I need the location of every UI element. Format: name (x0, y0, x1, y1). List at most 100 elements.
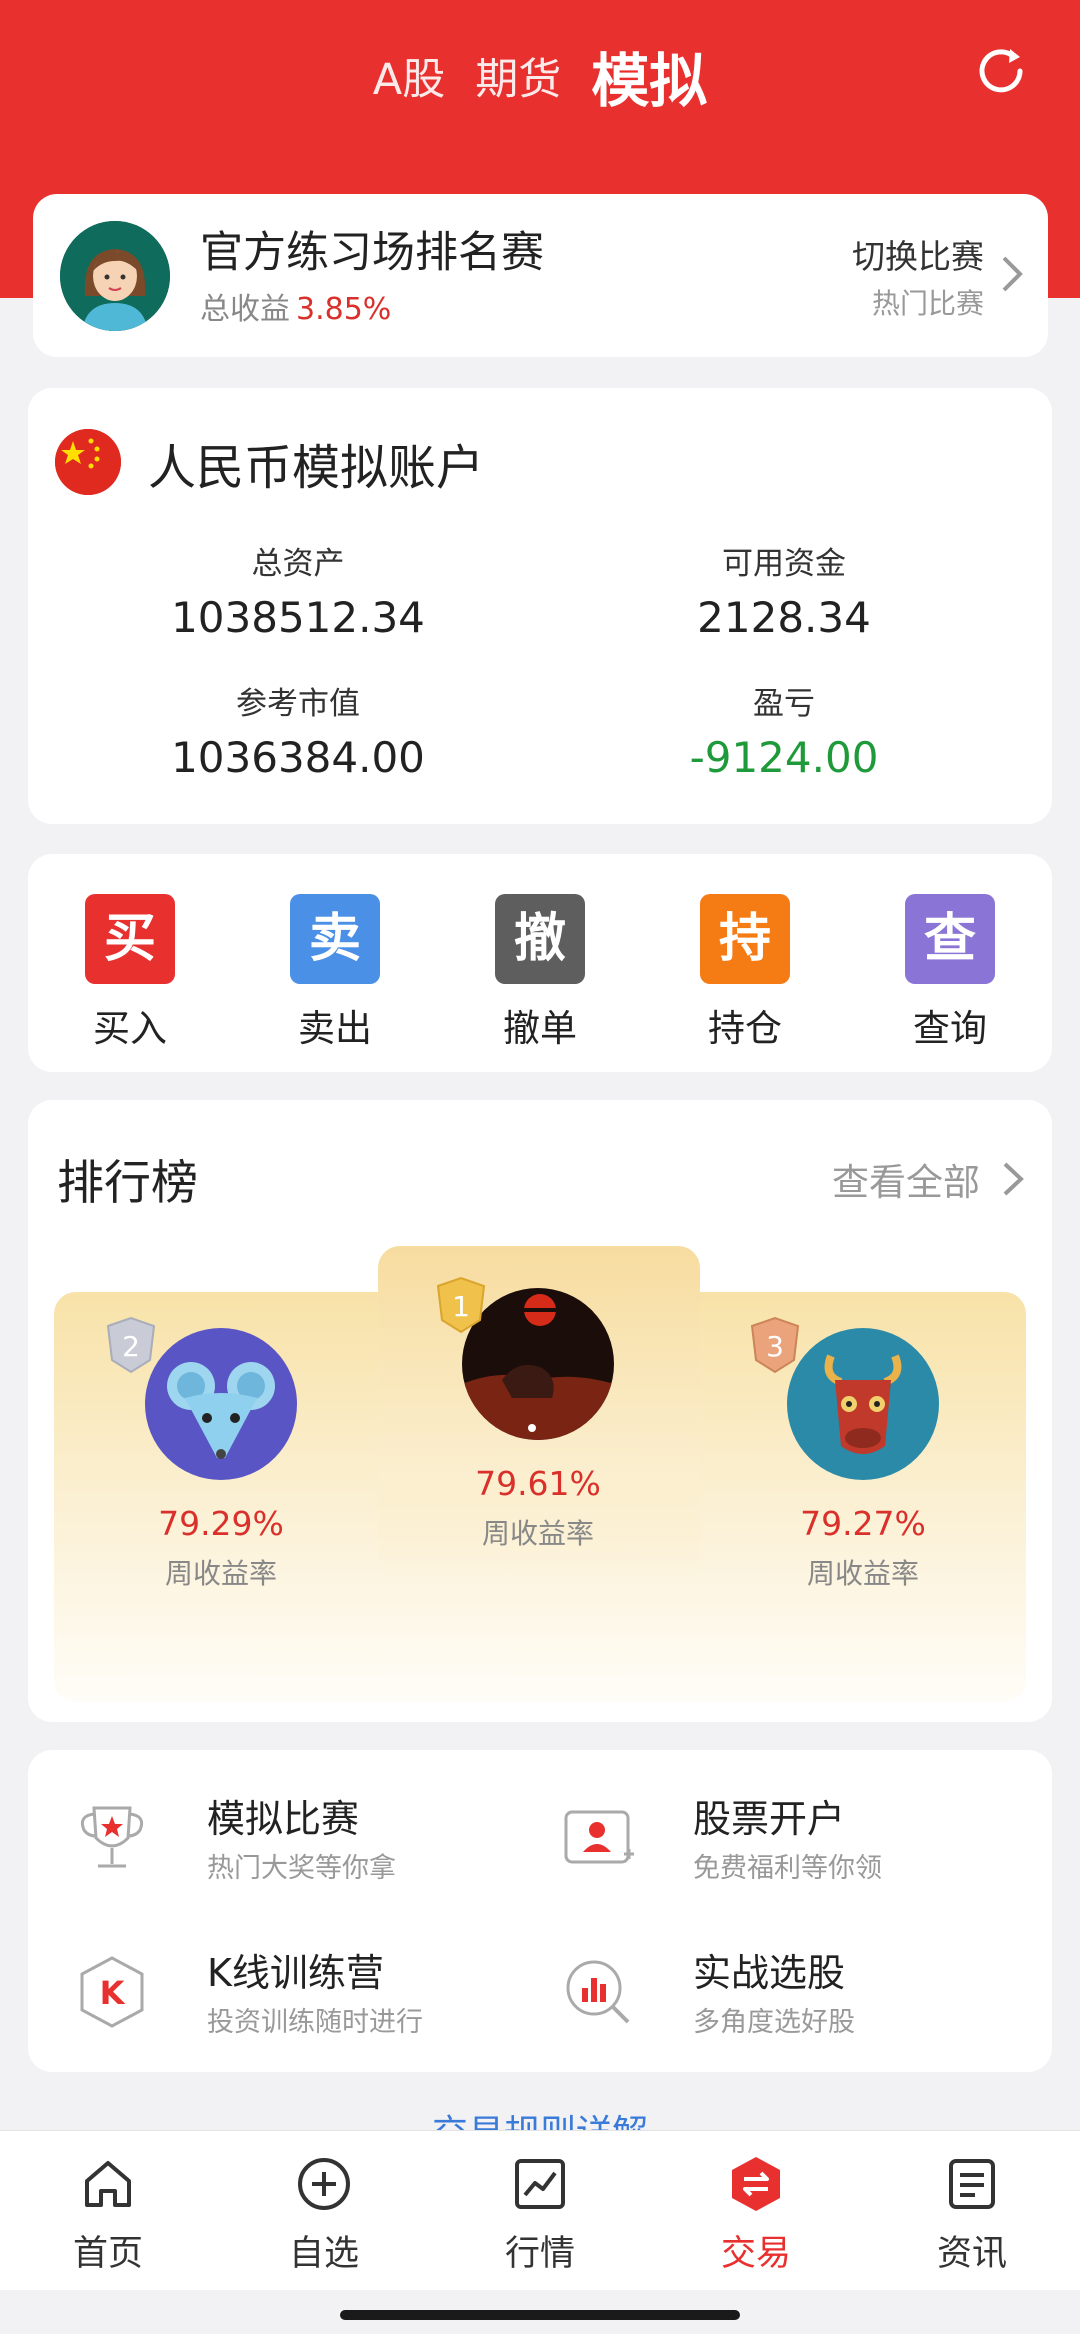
simulation-contest-entry[interactable]: 模拟比赛 热门大奖等你拿 (42, 1788, 522, 1908)
home-indicator[interactable] (340, 2310, 740, 2320)
nav-market[interactable]: 行情 (432, 2155, 648, 2276)
nav-label: 行情 (504, 2234, 575, 2274)
nav-label: 资讯 (936, 2234, 1007, 2274)
positions-icon: 持 (700, 894, 790, 984)
return-value: 3.85% (296, 292, 392, 327)
silver-medal-icon: 2 (106, 1316, 156, 1374)
feature-title: 股票开户 (693, 1797, 846, 1841)
tab-futures[interactable]: 期货 (475, 45, 561, 107)
feature-title: K线训练营 (207, 1951, 384, 1995)
cancel-order-label: 撤单 (503, 1007, 577, 1050)
feature-title: 模拟比赛 (207, 1797, 360, 1841)
market-value-label: 参考市值 (236, 686, 360, 722)
sell-button[interactable]: 卖 卖出 (255, 894, 415, 1052)
market-value-value: 1036384.00 (171, 733, 425, 782)
query-label: 查询 (913, 1007, 987, 1050)
contest-return: 总收益 3.85% (200, 284, 391, 328)
feature-subtitle: 热门大奖等你拿 (207, 1853, 396, 1884)
gold-medal-icon: 1 (436, 1276, 486, 1334)
query-icon: 查 (905, 894, 995, 984)
svg-text:2: 2 (122, 1330, 140, 1363)
refresh-icon[interactable] (970, 40, 1032, 102)
gesture-area (0, 2290, 1080, 2334)
tab-a-shares[interactable]: A股 (373, 45, 445, 107)
k-line-training-entry[interactable]: K K线训练营 投资训练随时进行 (42, 1942, 522, 2062)
return-label: 总收益 (200, 292, 290, 327)
market-chart-icon (515, 2159, 565, 2209)
account-open-icon (564, 1810, 634, 1864)
sell-icon: 卖 (290, 894, 380, 984)
positions-button[interactable]: 持 持仓 (665, 894, 825, 1052)
buy-button[interactable]: 买 买入 (50, 894, 210, 1052)
feature-grid: 模拟比赛 热门大奖等你拿 股票开户 免费福利等你领 K K线训练营 投资训练随时… (28, 1750, 1052, 2072)
feature-subtitle: 免费福利等你领 (693, 1853, 882, 1884)
rank-2-return: 79.29% (158, 1504, 284, 1543)
contest-title: 官方练习场排名赛 (200, 228, 544, 278)
rank-2-avatar[interactable] (145, 1328, 297, 1480)
trophy-icon (80, 1806, 144, 1868)
chevron-right-icon (1003, 1162, 1024, 1196)
pnl-value: -9124.00 (689, 733, 879, 782)
nav-label: 首页 (72, 2234, 143, 2274)
home-icon (85, 2161, 131, 2207)
buy-label: 买入 (93, 1007, 167, 1050)
trading-rules-link[interactable]: 交易规则详解 (0, 2104, 1080, 2130)
total-assets: 总资产 1038512.34 (98, 538, 498, 642)
add-circle-icon (298, 2158, 350, 2210)
open-account-entry[interactable]: 股票开户 免费福利等你领 (528, 1788, 1008, 1908)
china-flag-icon (55, 429, 121, 495)
positions-label: 持仓 (708, 1007, 782, 1050)
rank-3-label: 周收益率 (806, 1557, 919, 1590)
buy-icon: 买 (85, 894, 175, 984)
ranking-card: 排行榜 查看全部 2 79.29% 周收益率 1 79.61% 周收益率 3 7… (28, 1100, 1052, 1722)
bottom-nav: 首页 自选 行情 交易 资讯 (0, 2130, 1080, 2290)
stock-picking-entry[interactable]: 实战选股 多角度选好股 (528, 1942, 1008, 2062)
svg-text:3: 3 (766, 1330, 784, 1363)
feature-title: 实战选股 (693, 1951, 846, 1995)
feature-subtitle: 投资训练随时进行 (207, 2007, 423, 2038)
pnl-label: 盈亏 (753, 686, 815, 722)
query-button[interactable]: 查 查询 (870, 894, 1030, 1052)
account-card: 人民币模拟账户 总资产 1038512.34 可用资金 2128.34 参考市值… (28, 388, 1052, 824)
stock-pick-icon (566, 1960, 630, 2024)
profit-loss: 盈亏 -9124.00 (584, 678, 984, 782)
rank-3-avatar[interactable] (787, 1328, 939, 1480)
switch-contest-button[interactable]: 切换比赛 (852, 230, 984, 278)
nav-label: 自选 (288, 2234, 359, 2274)
svg-text:1: 1 (452, 1290, 470, 1323)
total-assets-value: 1038512.34 (171, 593, 425, 642)
view-all-button[interactable]: 查看全部 (832, 1152, 980, 1206)
feature-subtitle: 多角度选好股 (693, 2007, 855, 2038)
account-title: 人民币模拟账户 (148, 440, 485, 496)
available-label: 可用资金 (722, 546, 846, 582)
market-value: 参考市值 1036384.00 (98, 678, 498, 782)
nav-watchlist[interactable]: 自选 (216, 2155, 432, 2276)
chevron-right-icon (1002, 256, 1023, 292)
avatar (60, 221, 170, 331)
bronze-medal-icon: 3 (750, 1316, 800, 1374)
trade-icon (732, 2157, 780, 2211)
hot-contest-label: 热门比赛 (871, 287, 984, 320)
nav-label: 交易 (720, 2234, 791, 2274)
nav-news[interactable]: 资讯 (864, 2155, 1080, 2276)
nav-home[interactable]: 首页 (0, 2155, 216, 2276)
nav-trade[interactable]: 交易 (648, 2155, 864, 2276)
tab-simulation[interactable]: 模拟 (591, 34, 707, 118)
cancel-order-button[interactable]: 撤 撤单 (460, 894, 620, 1052)
available-value: 2128.34 (697, 593, 871, 642)
rank-1-label: 周收益率 (481, 1517, 594, 1550)
k-line-icon: K (80, 1956, 144, 2028)
contest-card[interactable]: 官方练习场排名赛 总收益 3.85% 切换比赛 热门比赛 (33, 194, 1048, 357)
sell-label: 卖出 (298, 1007, 372, 1050)
rank-3-return: 79.27% (800, 1504, 926, 1543)
cancel-order-icon: 撤 (495, 894, 585, 984)
ranking-title: 排行榜 (57, 1156, 198, 1211)
svg-text:K: K (100, 1974, 126, 2012)
news-icon (949, 2159, 995, 2209)
rank-2-label: 周收益率 (164, 1557, 277, 1590)
rank-1-return: 79.61% (475, 1464, 601, 1503)
header-tabs: A股 期货 模拟 (0, 36, 1080, 116)
available-funds: 可用资金 2128.34 (584, 538, 984, 642)
total-assets-label: 总资产 (251, 546, 345, 582)
trade-actions: 买 买入 卖 卖出 撤 撤单 持 持仓 查 查询 (28, 854, 1052, 1072)
